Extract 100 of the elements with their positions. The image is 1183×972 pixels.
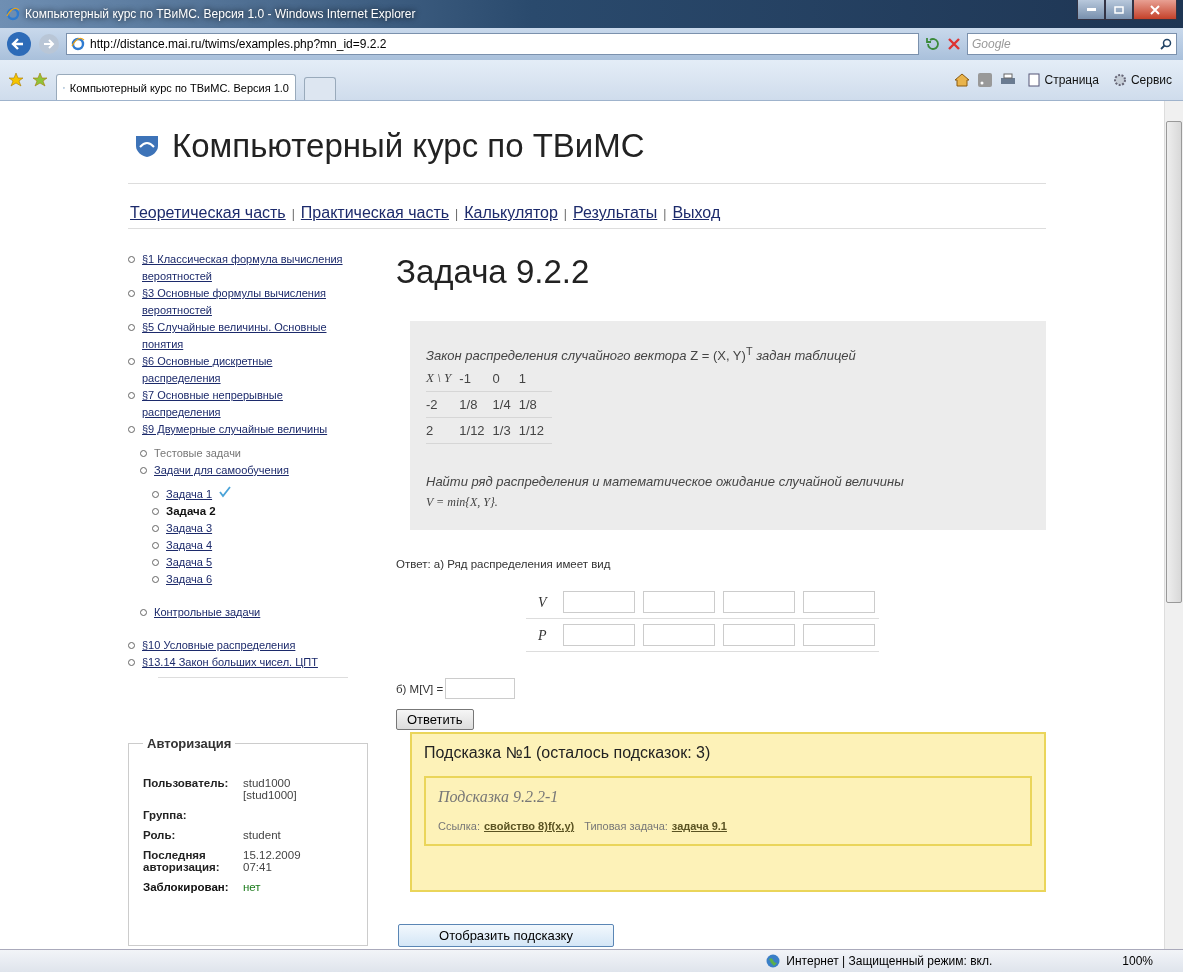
table-header: 1 bbox=[518, 365, 552, 392]
sidebar-link[interactable]: §6 Основные дискретные распределения bbox=[142, 353, 347, 387]
back-button[interactable] bbox=[6, 31, 32, 57]
address-bar[interactable]: http://distance.mai.ru/twims/examples.php?mn_id=9.2.2 bbox=[66, 33, 919, 55]
search-icon[interactable] bbox=[1160, 38, 1172, 50]
forward-button[interactable] bbox=[38, 33, 60, 55]
field-value: student bbox=[243, 829, 282, 841]
gear-icon bbox=[1112, 73, 1127, 87]
expectation-field[interactable] bbox=[445, 678, 516, 700]
sidebar-link[interactable]: Задача 4 bbox=[166, 537, 213, 554]
table-cell: 1/8 bbox=[459, 391, 493, 418]
sidebar-link[interactable]: Задачи для самообучения bbox=[154, 462, 289, 479]
command-menu-button[interactable]: Сервис bbox=[1109, 71, 1175, 89]
url-text: http://distance.mai.ru/twims/examples.php?mn_id=9.2.2 bbox=[90, 37, 387, 51]
sidebar-link[interactable]: Контрольные задачи bbox=[154, 604, 261, 621]
field-label: Последняя авторизация: bbox=[143, 849, 221, 873]
table-cell: 1/4 bbox=[492, 391, 519, 418]
sidebar-link[interactable]: §7 Основные непрерывные распределения bbox=[142, 387, 347, 421]
answer-field[interactable] bbox=[802, 624, 875, 647]
command-menu-button[interactable]: Страница bbox=[1023, 71, 1102, 89]
stop-icon[interactable] bbox=[947, 37, 961, 51]
maximize-icon bbox=[1114, 5, 1124, 14]
sidebar-link[interactable]: Задача 2 bbox=[166, 503, 216, 520]
nav-separator: | bbox=[663, 207, 667, 221]
browser-tab[interactable]: Компьютерный курс по ТВиМС. Версия 1.0 bbox=[56, 74, 296, 100]
table-cell: 1/12 bbox=[518, 417, 552, 444]
nav-separator: | bbox=[563, 207, 567, 221]
answer-field[interactable] bbox=[642, 624, 715, 647]
field-label: Пользователь: bbox=[143, 777, 230, 791]
table-cell: 1/3 bbox=[492, 417, 519, 444]
sidebar-item[interactable]: Тестовые задачи bbox=[154, 445, 241, 462]
sidebar-link[interactable]: §13.14 Закон больших чисел. ЦПТ bbox=[142, 654, 318, 671]
field-label: Роль: bbox=[143, 829, 177, 841]
answer-field[interactable] bbox=[642, 591, 715, 614]
status-text: Интернет | Защищенный режим: вкл. bbox=[786, 954, 993, 968]
printer-icon[interactable] bbox=[999, 73, 1016, 87]
field-value: stud1000 [stud1000] bbox=[243, 777, 298, 801]
maximize-button[interactable] bbox=[1105, 0, 1133, 20]
sidebar-link[interactable]: §5 Случайные величины. Основные понятия bbox=[142, 319, 347, 353]
answer-field[interactable] bbox=[722, 624, 795, 647]
close-icon bbox=[1150, 4, 1160, 15]
answer-field[interactable] bbox=[562, 591, 635, 614]
field-label: Группа: bbox=[143, 809, 188, 821]
globe-icon bbox=[766, 954, 781, 968]
scrollbar[interactable] bbox=[1164, 101, 1183, 949]
logo-icon bbox=[134, 134, 160, 158]
page-icon bbox=[1026, 73, 1041, 87]
nav-link[interactable]: Практическая часть bbox=[300, 204, 450, 222]
reference-link[interactable]: задача 9.1 bbox=[671, 820, 727, 833]
task-heading: Задача 9.2.2 bbox=[396, 253, 591, 291]
answer-field[interactable] bbox=[722, 591, 795, 614]
scrollbar-thumb[interactable] bbox=[1166, 121, 1182, 603]
table-cell: 1/8 bbox=[518, 391, 552, 418]
zoom-level[interactable]: 100% bbox=[1122, 954, 1153, 968]
formula: V = min{X, Y}. bbox=[426, 495, 499, 511]
sidebar-link[interactable]: §10 Условные распределения bbox=[142, 637, 296, 654]
home-icon[interactable] bbox=[953, 72, 970, 88]
sidebar-link[interactable]: Задача 6 bbox=[166, 571, 213, 588]
field-label: Заблокирован: bbox=[143, 881, 230, 893]
expectation-label: б) M[V] = bbox=[396, 682, 444, 695]
answer-field[interactable] bbox=[802, 591, 875, 614]
panel-title: Авторизация bbox=[146, 736, 233, 751]
variable-label: P bbox=[537, 628, 548, 644]
minimize-button[interactable] bbox=[1077, 0, 1105, 20]
reference-link[interactable]: свойство 8)f(x,y) bbox=[484, 820, 575, 833]
question-text: Найти ряд распределения и математическое ожидание случайной величины bbox=[426, 474, 905, 490]
sidebar-link[interactable]: Задача 1 bbox=[166, 486, 213, 503]
nav-link[interactable]: Калькулятор bbox=[464, 204, 558, 222]
nav-link[interactable]: Выход bbox=[672, 204, 721, 222]
table-cell: -2 bbox=[426, 391, 460, 418]
add-favorite-icon[interactable] bbox=[32, 72, 48, 88]
submit-button[interactable]: Ответить bbox=[396, 709, 474, 731]
table-header: X \ Y bbox=[426, 365, 460, 392]
field-value: нет bbox=[243, 881, 262, 893]
sidebar-link[interactable]: Задача 3 bbox=[166, 520, 213, 537]
sidebar-link[interactable]: Задача 5 bbox=[166, 554, 213, 571]
hint-title: Подсказка №1 (осталось подсказок: 3) bbox=[424, 744, 712, 763]
feed-icon[interactable] bbox=[977, 73, 992, 87]
close-button[interactable] bbox=[1133, 0, 1177, 20]
nav-separator: | bbox=[291, 207, 295, 221]
variable-label: V bbox=[537, 595, 549, 611]
field-value: 15.12.2009 07:41 bbox=[243, 849, 302, 873]
link-label: Ссылка: bbox=[438, 820, 480, 833]
site-title: Компьютерный курс по ТВиМС bbox=[172, 127, 645, 165]
table-header: 0 bbox=[492, 365, 519, 392]
hint-subtitle: Подсказка 9.2.2-1 bbox=[438, 788, 560, 807]
table-cell: 1/12 bbox=[459, 417, 493, 444]
sidebar-link[interactable]: §9 Двумерные случайные величины bbox=[142, 421, 328, 438]
sidebar-link[interactable]: §3 Основные формулы вычисления вероятностей bbox=[142, 285, 347, 319]
refresh-icon[interactable] bbox=[925, 36, 941, 52]
answer-label: Ответ: а) Ряд распределения имеет вид bbox=[396, 558, 612, 571]
sidebar-link[interactable]: §1 Классическая формула вычисления вероятностей bbox=[142, 251, 347, 285]
nav-link[interactable]: Теоретическая часть bbox=[130, 204, 286, 222]
minimize-icon bbox=[1086, 8, 1096, 11]
favorites-icon[interactable] bbox=[8, 72, 24, 88]
new-tab-button[interactable] bbox=[304, 77, 336, 100]
nav-link[interactable]: Результаты bbox=[573, 204, 658, 222]
show-hint-button[interactable]: Отобразить подсказку bbox=[398, 924, 614, 948]
answer-field[interactable] bbox=[562, 624, 635, 647]
link-label: Типовая задача: bbox=[584, 820, 668, 833]
